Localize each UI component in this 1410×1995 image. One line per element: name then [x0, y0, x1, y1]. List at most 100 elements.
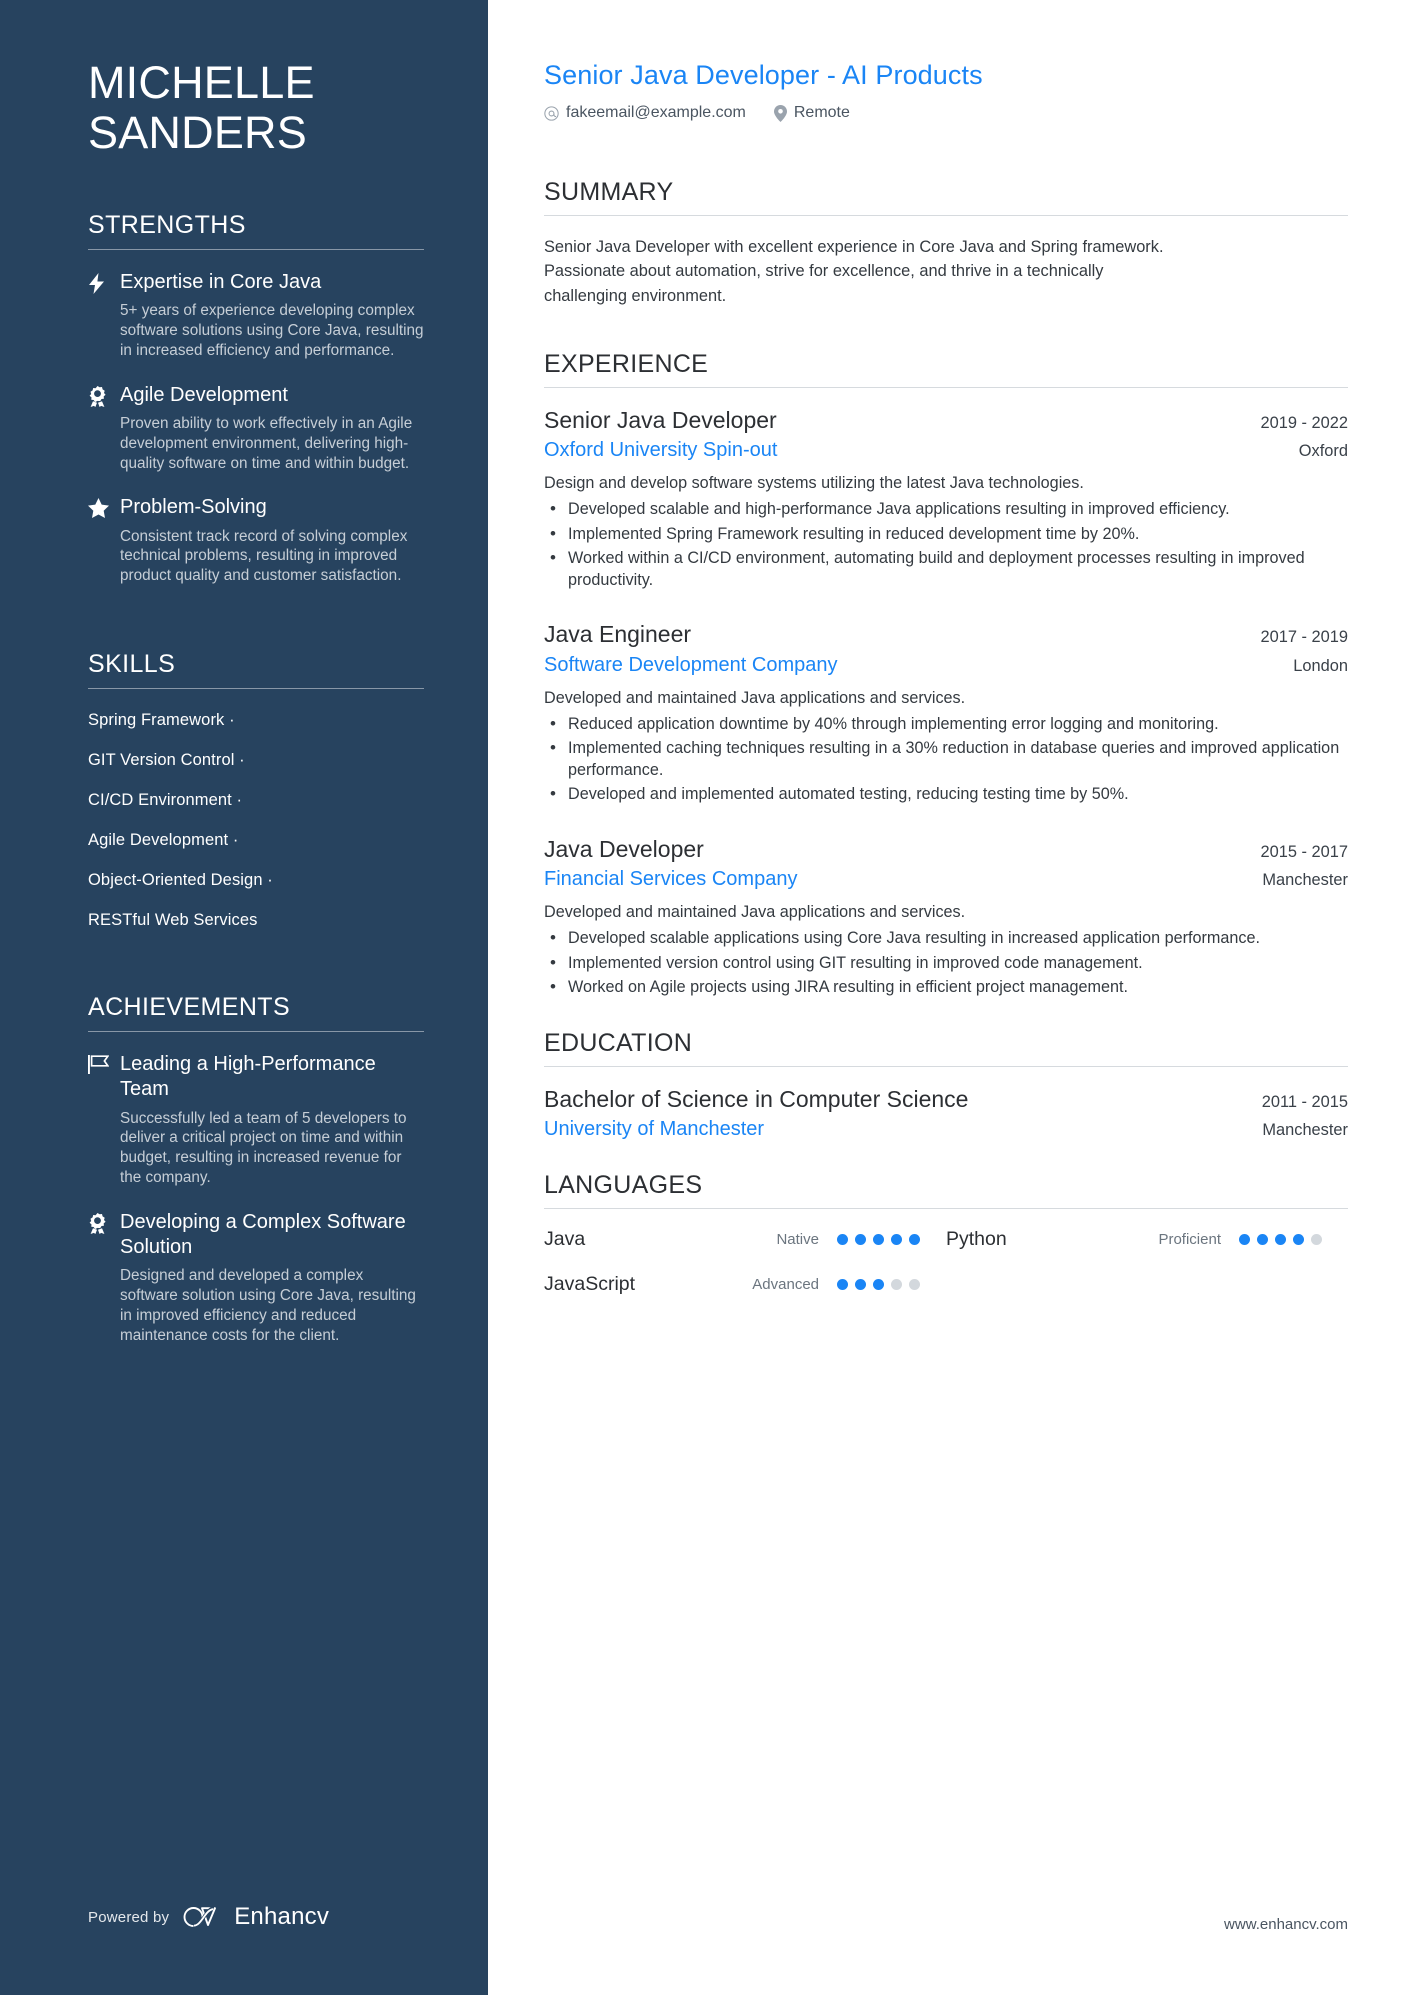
job-location: Manchester	[1262, 871, 1348, 890]
job-bullet: Developed scalable applications using Co…	[544, 927, 1348, 950]
award-ribbon-icon	[88, 383, 120, 474]
rating-dot	[891, 1234, 902, 1246]
site-url: www.enhancv.com	[1224, 1916, 1348, 1933]
rating-dot	[855, 1234, 866, 1246]
experience-item: Java Developer 2015 - 2017 Financial Ser…	[544, 836, 1348, 999]
achievement-description: Successfully led a team of 5 developers …	[120, 1109, 407, 1187]
job-company[interactable]: Oxford University Spin-out	[544, 439, 777, 462]
achievement-item: Leading a High-Performance Team Successf…	[88, 1052, 424, 1188]
powered-by-label: Powered by	[88, 1908, 170, 1926]
education-location: Manchester	[1262, 1121, 1348, 1140]
summary-heading: SUMMARY	[544, 178, 674, 206]
achievements-divider	[88, 1031, 424, 1033]
contact-email[interactable]: fakeemail@example.com	[544, 104, 746, 122]
job-dates: 2019 - 2022	[1260, 413, 1349, 432]
job-bullet: Developed and implemented automated test…	[544, 783, 1348, 806]
achievement-description: Designed and developed a complex softwar…	[120, 1267, 416, 1345]
rating-dot	[1257, 1234, 1268, 1246]
job-bullet: Developed scalable and high-performance …	[544, 498, 1348, 521]
at-sign-icon	[544, 105, 559, 121]
contact-row: fakeemail@example.com Remote	[544, 104, 1348, 122]
strength-title: Agile Development	[120, 383, 288, 406]
rating-dot	[837, 1234, 848, 1246]
skill-item: RESTful Web Services	[88, 911, 258, 930]
summary-text: Senior Java Developer with excellent exp…	[544, 238, 1164, 305]
sidebar: MICHELLE SANDERS STRENGTHS Expertise in …	[0, 0, 488, 1995]
contact-location: Remote	[773, 104, 850, 122]
rating-dot	[909, 1279, 920, 1291]
language-level: Native	[776, 1231, 819, 1249]
language-item: Java Native	[544, 1228, 946, 1251]
experience-section: EXPERIENCE Senior Java Developer 2019 - …	[544, 350, 1348, 999]
language-level: Proficient	[1158, 1231, 1221, 1249]
job-company[interactable]: Financial Services Company	[544, 868, 797, 891]
skills-heading: SKILLS	[88, 650, 176, 679]
language-rating-dots	[1239, 1234, 1322, 1246]
strength-item: Agile Development Proven ability to work…	[88, 383, 424, 474]
education-item: Bachelor of Science in Computer Science …	[544, 1086, 1348, 1142]
languages-divider	[544, 1208, 1348, 1210]
job-bullet: Implemented Spring Framework resulting i…	[544, 523, 1348, 546]
job-role: Java Engineer	[544, 621, 692, 648]
achievements-section: ACHIEVEMENTS Leading a High-Performance …	[88, 993, 424, 1368]
achievement-title: Developing a Complex Software Solution	[120, 1211, 406, 1259]
skill-item: Spring Framework ·	[88, 711, 235, 730]
summary-section: SUMMARY Senior Java Developer with excel…	[544, 178, 1348, 308]
achievements-heading: ACHIEVEMENTS	[88, 993, 291, 1022]
job-description: Design and develop software systems util…	[544, 474, 1084, 493]
job-description: Developed and maintained Java applicatio…	[544, 903, 966, 922]
languages-section: LANGUAGES Java Native Python Proficient …	[544, 1171, 1348, 1296]
map-pin-icon	[773, 104, 787, 122]
education-heading: EDUCATION	[544, 1028, 693, 1057]
strengths-divider	[88, 248, 424, 250]
enhancv-wordmark: Enhancv	[234, 1903, 330, 1930]
rating-dot	[1293, 1234, 1304, 1246]
job-bullets: Reduced application downtime by 40% thro…	[544, 713, 1348, 806]
languages-heading: LANGUAGES	[544, 1171, 703, 1200]
education-divider	[544, 1065, 1348, 1067]
rating-dot	[837, 1279, 848, 1291]
enhancv-logo: Enhancv	[183, 1903, 329, 1931]
strength-description: 5+ years of experience developing comple…	[120, 301, 424, 359]
skill-item: GIT Version Control ·	[88, 751, 245, 770]
education-school[interactable]: University of Manchester	[544, 1118, 764, 1141]
skill-item: CI/CD Environment ·	[88, 791, 243, 810]
education-section: EDUCATION Bachelor of Science in Compute…	[544, 1029, 1348, 1142]
rating-dot	[873, 1234, 884, 1246]
skills-section: SKILLS Spring Framework · GIT Version Co…	[88, 650, 424, 951]
strength-item: Expertise in Core Java 5+ years of exper…	[88, 270, 424, 361]
powered-by-brand: Powered by Enhancv	[88, 1903, 329, 1931]
page-title: Senior Java Developer - AI Products	[544, 60, 983, 90]
achievement-title: Leading a High-Performance Team	[120, 1053, 376, 1101]
job-bullet: Implemented version control using GIT re…	[544, 952, 1348, 975]
job-description: Developed and maintained Java applicatio…	[544, 688, 966, 707]
strength-description: Consistent track record of solving compl…	[120, 527, 408, 585]
lightning-bolt-icon	[88, 270, 120, 361]
education-dates: 2011 - 2015	[1261, 1092, 1348, 1111]
job-bullet: Worked on Agile projects using JIRA resu…	[544, 976, 1348, 999]
skill-item: Object-Oriented Design ·	[88, 871, 273, 890]
strengths-heading: STRENGTHS	[88, 210, 246, 239]
job-dates: 2017 - 2019	[1260, 628, 1349, 647]
main-content: Senior Java Developer - AI Products fake…	[488, 0, 1410, 1995]
skills-divider	[88, 688, 424, 690]
job-role: Senior Java Developer	[544, 406, 777, 433]
job-dates: 2015 - 2017	[1260, 842, 1349, 861]
job-bullet: Implemented caching techniques resulting…	[544, 737, 1348, 781]
language-item: Python Proficient	[946, 1228, 1348, 1251]
experience-heading: EXPERIENCE	[544, 349, 709, 378]
education-degree: Bachelor of Science in Computer Science	[544, 1085, 969, 1112]
languages-grid: Java Native Python Proficient JavaScript…	[544, 1228, 1348, 1296]
job-location: Oxford	[1298, 442, 1348, 461]
experience-item: Senior Java Developer 2019 - 2022 Oxford…	[544, 407, 1348, 591]
job-role: Java Developer	[544, 835, 704, 862]
job-company[interactable]: Software Development Company	[544, 654, 837, 677]
language-rating-dots	[837, 1234, 920, 1246]
language-item: JavaScript Advanced	[544, 1273, 946, 1296]
star-icon	[88, 495, 120, 586]
experience-divider	[544, 386, 1348, 388]
strength-title: Problem-Solving	[120, 496, 267, 519]
rating-dot	[891, 1279, 902, 1291]
rating-dot	[1311, 1234, 1322, 1246]
experience-item: Java Engineer 2017 - 2019 Software Devel…	[544, 621, 1348, 805]
